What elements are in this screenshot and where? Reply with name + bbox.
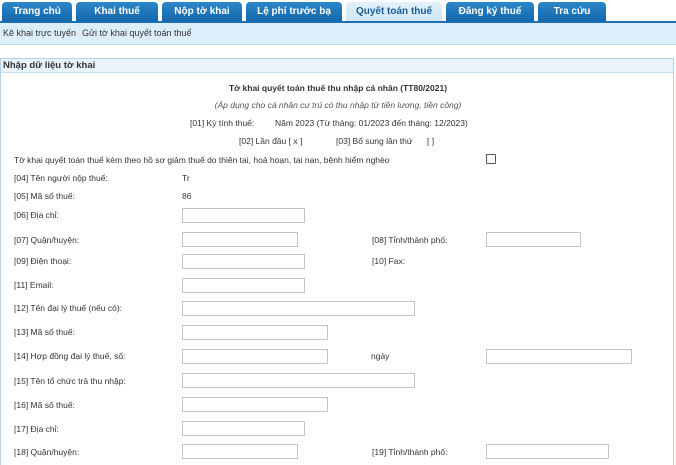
form-title: Tờ khai quyết toán thuế thu nhập cá nhân… (228, 83, 448, 93)
agent-tax-code-label: [13] Mã số thuế: (14, 327, 75, 337)
panel-title: Nhập dữ liệu tờ khai (3, 60, 96, 71)
tab-tra-cuu[interactable]: Tra cứu (538, 2, 606, 21)
province-select[interactable] (486, 232, 581, 247)
payer-district-select[interactable] (182, 444, 298, 459)
tab-le-phi-truoc-ba[interactable]: Lệ phí trước bạ (246, 2, 342, 21)
subnav-ke-khai-truc-tuyen[interactable]: Kê khai trực tuyến (3, 28, 76, 38)
phone-input[interactable] (182, 254, 305, 269)
district-label: [07] Quận/huyện: (14, 235, 80, 245)
payer-tax-code-input[interactable] (182, 397, 328, 412)
agent-name-label: [12] Tên đại lý thuế (nếu có): (14, 303, 123, 313)
province-label: [08] Tỉnh/thành phố: (372, 235, 448, 245)
tab-nop-to-khai[interactable]: Nộp tờ khai (162, 2, 242, 21)
period-label: [01] Kỳ tính thuế: (190, 118, 255, 128)
email-label: [11] Email: (14, 280, 54, 290)
main-nav: Trang chủ Khai thuế Nộp tờ khai Lệ phí t… (0, 0, 676, 23)
agent-tax-code-input[interactable] (182, 325, 328, 340)
tax-code-label: [05] Mã số thuế: (14, 191, 75, 201)
tab-trang-chu[interactable]: Trang chủ (2, 2, 72, 21)
disaster-text: Tờ khai quyết toán thuế kèm theo hồ sơ g… (14, 155, 390, 165)
email-input[interactable] (182, 278, 305, 293)
address-input[interactable] (182, 208, 305, 223)
tab-khai-thue[interactable]: Khai thuế (76, 2, 158, 21)
panel-header: Nhập dữ liệu tờ khai (1, 59, 673, 73)
payer-address-input[interactable] (182, 421, 305, 436)
agent-name-input[interactable] (182, 301, 415, 316)
agent-date-label: ngày (371, 351, 390, 361)
payer-address-label: [17] Địa chỉ: (14, 424, 59, 434)
sub-nav: Kê khai trực tuyến Gửi tờ khai quyết toá… (0, 23, 676, 45)
disaster-checkbox[interactable] (486, 154, 496, 164)
address-label: [06] Địa chỉ: (14, 210, 59, 220)
tax-code-value: 86 (182, 191, 192, 201)
period-value: Năm 2023 (Từ tháng: 01/2023 đến tháng: 1… (275, 118, 468, 128)
agent-contract-input[interactable] (182, 349, 328, 364)
payer-district-label: [18] Quận/huyện: (14, 447, 80, 457)
form-subtitle: (Áp dụng cho cá nhân cư trú có thu nhập … (214, 100, 462, 110)
tab-dang-ky-thue[interactable]: Đăng ký thuế (446, 2, 534, 21)
agent-date-input[interactable] (486, 349, 632, 364)
agent-contract-label: [14] Hợp đồng đại lý thuế, số: (14, 351, 126, 361)
taxpayer-name-label: [04] Tên người nộp thuế: (14, 173, 108, 183)
taxpayer-name-value: Tr (182, 173, 190, 183)
payer-org-input[interactable] (182, 373, 415, 388)
first-time-label: [02] Lần đầu [ x ] (239, 136, 303, 146)
district-select[interactable] (182, 232, 298, 247)
phone-label: [09] Điện thoại: (14, 256, 72, 266)
supplement-value: [ ] (427, 136, 435, 146)
payer-province-label: [19] Tỉnh/thành phố: (372, 447, 448, 457)
payer-org-label: [15] Tên tổ chức trả thu nhập: (14, 376, 126, 386)
subnav-gui-to-khai[interactable]: Gửi tờ khai quyết toán thuế (82, 28, 192, 38)
supplement-label: [03] Bổ sung lần thứ (336, 136, 413, 146)
payer-tax-code-label: [16] Mã số thuế: (14, 400, 75, 410)
tab-quyet-toan-thue[interactable]: Quyết toán thuế (346, 2, 442, 21)
fax-label: [10] Fax: (372, 256, 406, 266)
payer-province-select[interactable] (486, 444, 609, 459)
